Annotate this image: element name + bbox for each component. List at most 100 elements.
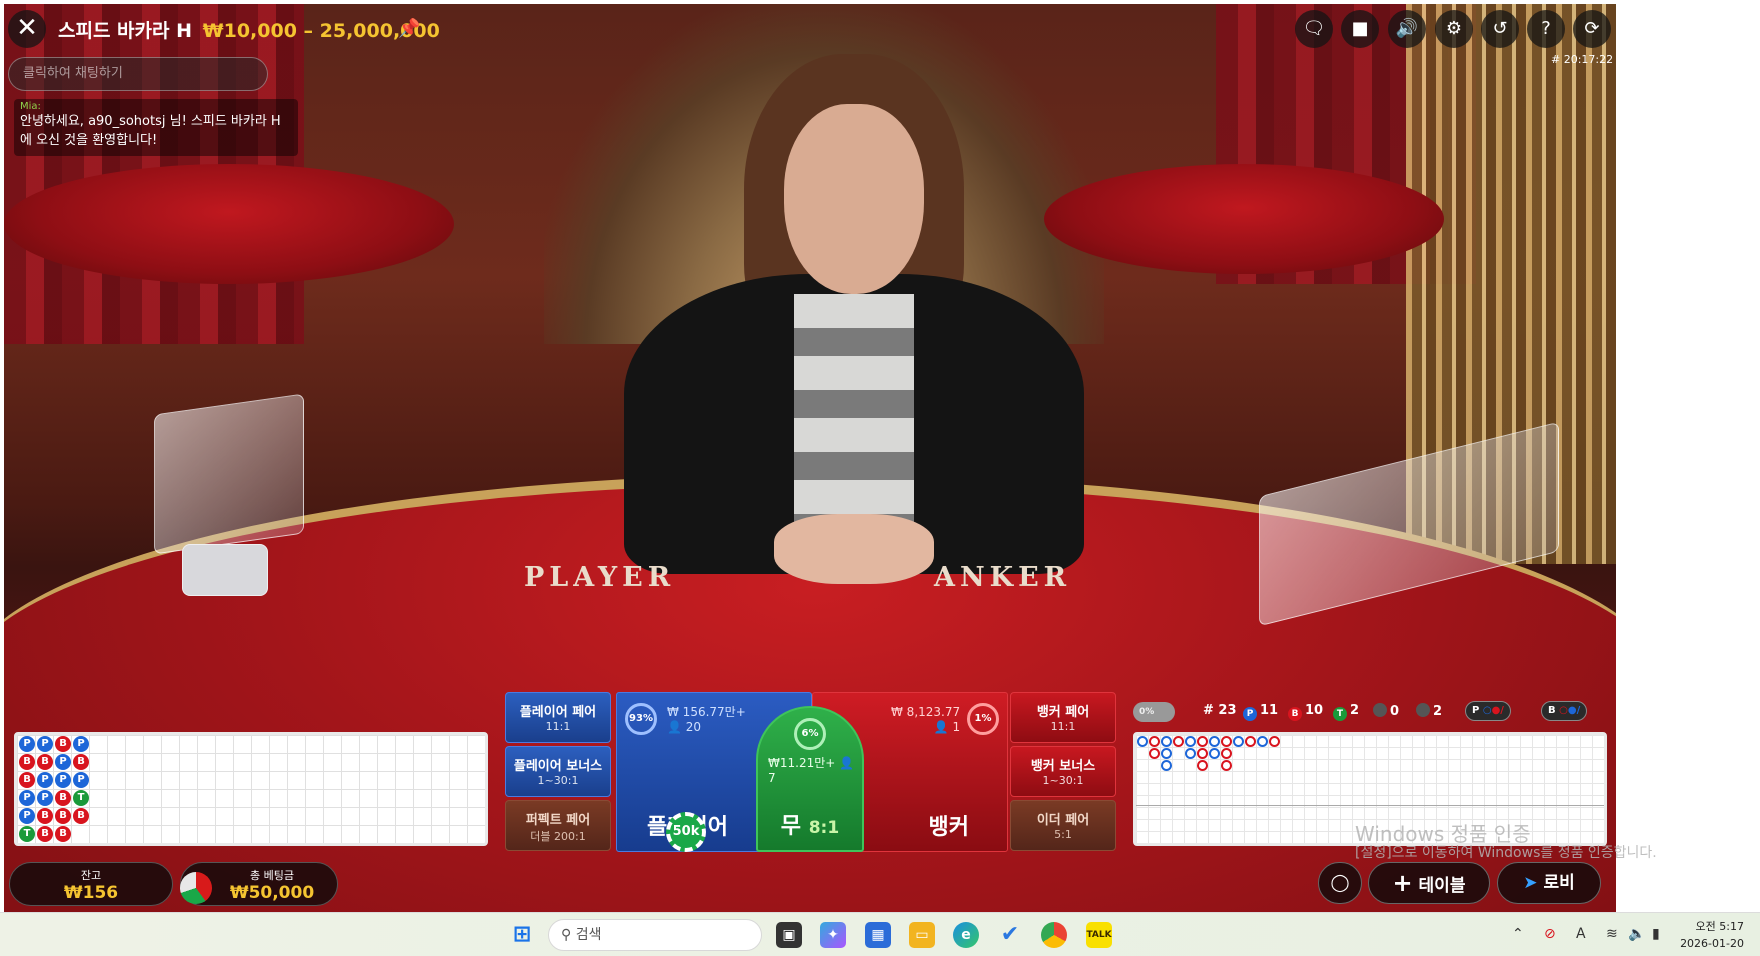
task-view-icon[interactable]: ▣ (776, 922, 802, 948)
placed-chip[interactable]: 50k (666, 812, 706, 852)
add-table-button[interactable]: + 테이블 (1368, 862, 1490, 904)
history-icon: ↺ (1492, 18, 1508, 39)
kakaotalk-icon[interactable]: TALK (1086, 922, 1112, 948)
lobby-label: 로비 (1543, 873, 1575, 893)
banker-wins-count: 10 (1305, 703, 1324, 718)
activation-watermark-text: [설정]으로 이동하여 Windows를 정품 인증합니다. (1355, 845, 1657, 861)
add-table-label: 테이블 (1418, 876, 1466, 896)
bet-label: 플레이어 페어 (519, 705, 597, 720)
ime-icon[interactable]: A (1576, 926, 1586, 942)
bead-p: P (19, 790, 35, 806)
edge-icon[interactable]: e (953, 922, 979, 948)
big-road-player (1185, 748, 1196, 759)
big-road-banker (1197, 736, 1208, 747)
big-road-player (1209, 736, 1220, 747)
file-explorer-icon[interactable]: ▭ (909, 922, 935, 948)
copilot-icon[interactable]: ✦ (820, 922, 846, 948)
todo-check-icon[interactable]: ✔ (997, 922, 1023, 948)
bet-player-pair[interactable]: 플레이어 페어 11:1 (505, 692, 611, 743)
banker-count: 1 (952, 720, 961, 734)
predict-banker-button[interactable]: B ○●/ (1541, 701, 1588, 721)
big-road-player (1257, 736, 1268, 747)
bead-p: P (19, 736, 35, 752)
road-divider (1136, 805, 1604, 806)
windows-start-icon[interactable]: ⊞ (509, 922, 535, 948)
big-road-player (1161, 736, 1172, 747)
banker-dot-icon: B (1288, 707, 1302, 721)
big-road-player (1233, 736, 1244, 747)
chrome-icon[interactable] (1041, 922, 1067, 948)
close-button[interactable]: ✕ (8, 10, 46, 48)
felt-label-player: PLAYER (524, 562, 676, 593)
volume-icon[interactable]: 🔈 (1628, 926, 1645, 942)
video-camera-icon: ■ (1351, 18, 1369, 39)
reload-button[interactable]: ⟳ (1573, 10, 1611, 48)
tie-percent: 6% (794, 718, 826, 750)
round-clock: # 20:17:22 (1551, 53, 1614, 66)
predict-player-label: P (1472, 705, 1480, 716)
bead-b: B (37, 754, 53, 770)
predict-slash-icon: / (1500, 705, 1504, 716)
chat-toggle-button[interactable]: 🗨 (1295, 10, 1333, 48)
tie-count: 7 (768, 771, 776, 785)
tie-label: 무 8:1 (758, 808, 862, 840)
search-placeholder: 검색 (575, 927, 602, 943)
bead-b: B (55, 790, 71, 806)
bead-road[interactable]: PBBPPTPBPPBBBPPBBBPBPTB (14, 732, 488, 846)
sound-button[interactable]: 🔊 (1388, 10, 1426, 48)
player-wins-count: 11 (1260, 703, 1279, 718)
store-icon[interactable]: ▦ (865, 922, 891, 948)
clock-time: 오전 5:17 (1695, 920, 1744, 933)
tie-stats: ₩11.21만+ 👤 7 (768, 756, 862, 786)
card-shoe-left (182, 544, 268, 596)
bet-label: 플레이어 보너스 (513, 759, 603, 774)
video-button[interactable]: ■ (1341, 10, 1379, 48)
bet-odds: 1~30:1 (1042, 774, 1084, 787)
big-road-banker (1269, 736, 1280, 747)
battery-icon[interactable]: ▮ (1652, 926, 1660, 942)
predict-player-button[interactable]: P ○●/ (1465, 701, 1511, 721)
taskbar-search[interactable]: ⚲ 검색 (548, 919, 762, 951)
big-road-player (1161, 760, 1172, 771)
history-button[interactable]: ↺ (1481, 10, 1519, 48)
gear-icon: ⚙ (1445, 18, 1463, 39)
clock-date: 2026-01-20 (1680, 937, 1744, 950)
big-road-banker (1221, 748, 1232, 759)
banker-pair-icon (1416, 703, 1430, 717)
bet-banker-pair[interactable]: 뱅커 페어 11:1 (1010, 692, 1116, 743)
bet-either-pair[interactable]: 이더 페어 5:1 (1010, 800, 1116, 851)
tray-app-icon[interactable]: ⊘ (1544, 926, 1556, 942)
dealer (624, 54, 1084, 614)
settings-button[interactable]: ⚙ (1435, 10, 1473, 48)
speech-bubble-icon: ◯ (1330, 873, 1350, 893)
person-icon: 👤 (933, 720, 949, 734)
predict-circle-icon: ○ (1559, 705, 1568, 716)
bead-p: P (73, 736, 89, 752)
pin-icon[interactable]: 📌 (398, 18, 420, 39)
help-button[interactable]: ? (1527, 10, 1565, 48)
chat-bubble-button[interactable]: ◯ (1318, 862, 1362, 904)
tie-odds: 8:1 (808, 818, 840, 838)
bet-banker-bonus[interactable]: 뱅커 보너스 1~30:1 (1010, 746, 1116, 797)
predict-circle-icon: ○ (1482, 705, 1492, 716)
table-title: 스피드 바카라 H ₩10,000 – 25,000,000 (58, 16, 440, 43)
bead-p: P (37, 736, 53, 752)
bet-perfect-pair[interactable]: 퍼펙트 페어 더블 200:1 (505, 800, 611, 851)
stats-toggle[interactable]: 0% (1133, 702, 1175, 722)
refresh-icon: ⟳ (1584, 18, 1600, 39)
side-table-left (4, 164, 454, 284)
bet-player-bonus[interactable]: 플레이어 보너스 1~30:1 (505, 746, 611, 797)
chat-input[interactable]: 클릭하여 채팅하기 (8, 57, 268, 91)
lobby-arrow-icon: ➤ (1523, 873, 1538, 893)
wifi-icon[interactable]: ≋ (1606, 926, 1618, 942)
big-road-banker (1197, 760, 1208, 771)
tray-chevron-icon[interactable]: ⌃ (1512, 926, 1524, 942)
bet-label: 뱅커 페어 (1036, 705, 1090, 720)
balance-label: 잔고 (80, 869, 102, 882)
bet-label: 뱅커 보너스 (1030, 759, 1096, 774)
bet-tie[interactable]: 6% ₩11.21만+ 👤 7 무 8:1 (756, 706, 864, 852)
lobby-button[interactable]: ➤ 로비 (1497, 862, 1601, 904)
taskbar-clock[interactable]: 오전 5:17 2026-01-20 (1680, 918, 1744, 952)
felt-label-banker: ANKER (934, 562, 1072, 593)
predict-banker-label: B (1548, 705, 1556, 716)
